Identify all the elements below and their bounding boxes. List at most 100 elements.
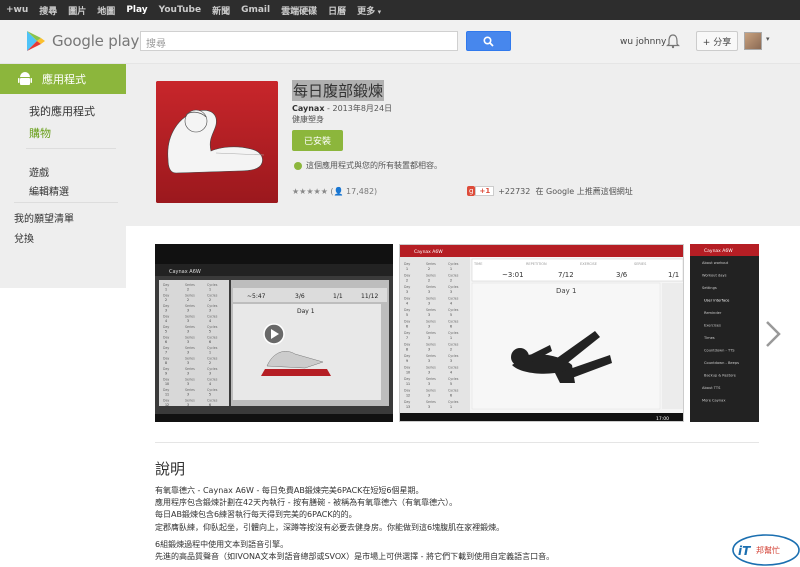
avatar[interactable] xyxy=(744,32,762,50)
screenshot-table-text: About TTS xyxy=(702,386,721,390)
screenshot-table-text: 8 xyxy=(406,348,408,352)
app-category[interactable]: 健康塑身 xyxy=(292,114,324,125)
nav-editors-choice[interactable]: 編輯精選 xyxy=(29,183,69,198)
nav-apps-label: 應用程式 xyxy=(42,73,86,86)
screenshot-table-text: 12 xyxy=(165,403,169,407)
screenshot-table-text: 3 xyxy=(165,309,167,313)
share-button[interactable]: + 分享 xyxy=(696,31,738,51)
topbar-item[interactable]: 圖片 xyxy=(68,4,86,17)
screenshot-table-text: 13 xyxy=(406,405,410,409)
topbar-item[interactable]: +wu xyxy=(6,5,28,15)
header: Google play 搜尋 wu johnny + 分享 ▾ xyxy=(0,20,800,64)
screenshot-table-text: 2 xyxy=(450,348,452,352)
screenshot-table-text: 3 xyxy=(187,393,189,397)
screenshot-table-text: 3 xyxy=(428,371,430,375)
screenshot-table-text: Cycles xyxy=(448,308,459,312)
svg-text:iT: iT xyxy=(738,544,751,558)
screenshot-table-text: Cycles xyxy=(448,297,459,301)
search-icon xyxy=(483,35,494,47)
screenshot-table-text: Day xyxy=(404,262,410,266)
screenshot-video[interactable]: Caynax A6W Day Series Cycles 1 2 1 Day Series Cy… xyxy=(155,244,393,422)
screenshot-table-text: Countdown - Beeps xyxy=(704,361,739,365)
screenshot-table-text: 4 xyxy=(209,319,211,323)
screenshot-table-text: 2 xyxy=(428,267,430,271)
screenshot-table-text: Series xyxy=(426,389,436,393)
google-play-logo[interactable]: Google play xyxy=(26,30,139,52)
screenshot-table-text: Cycles xyxy=(207,357,218,361)
compatibility-text: 這個應用程式與您的所有裝置都相容。 xyxy=(306,161,442,170)
topbar-item[interactable]: 新聞 xyxy=(212,4,230,17)
screenshot-table-text: Day xyxy=(163,346,169,350)
screenshot-table-text: Series xyxy=(185,388,195,392)
s2-exercise: 3/6 xyxy=(616,271,628,279)
search-input[interactable]: 搜尋 xyxy=(140,31,458,51)
screenshot-table-text: Day xyxy=(404,366,410,370)
nav-shop[interactable]: 購物 xyxy=(29,125,51,141)
s1-time: ~5:47 xyxy=(247,293,266,300)
screenshot-table-text: 1 xyxy=(450,405,452,409)
nav-redeem[interactable]: 兌換 xyxy=(14,230,34,245)
nav-games[interactable]: 遊戲 xyxy=(29,164,49,179)
topbar-item[interactable]: 雲端硬碟 xyxy=(281,4,317,17)
screenshot-table-text: 1 xyxy=(406,267,408,271)
chevron-right-icon[interactable] xyxy=(764,320,782,348)
screenshot-table-text: 3 xyxy=(187,351,189,355)
bell-icon[interactable] xyxy=(666,33,680,49)
android-icon xyxy=(18,72,32,85)
screenshot-3[interactable]: Caynax A6W About workout Workout days Sett… xyxy=(690,244,759,422)
topbar-item[interactable]: 更多 xyxy=(357,4,381,17)
s1-rep: 3/6 xyxy=(295,293,305,300)
screenshot-table-text: Series xyxy=(185,294,195,298)
screenshot-table-text: Day xyxy=(404,377,410,381)
screenshot-table-text: 2 xyxy=(187,298,189,302)
screenshot-table-text: Day xyxy=(404,389,410,393)
screenshot-table-text: Workout days xyxy=(702,274,727,278)
user-name[interactable]: wu johnny xyxy=(620,37,666,47)
developer-link[interactable]: Caynax xyxy=(292,104,325,113)
google-plus-icon[interactable]: g xyxy=(467,186,476,196)
screenshot-table-text: Series xyxy=(185,325,195,329)
nav-my-apps[interactable]: 我的應用程式 xyxy=(29,103,95,119)
screenshot-table-text: 6 xyxy=(165,340,167,344)
screenshot-table-text: 5 xyxy=(450,313,452,317)
nav-wishlist[interactable]: 我的願望清單 xyxy=(14,210,74,225)
screenshot-table-text: 3 xyxy=(428,313,430,317)
s1-series: 11/12 xyxy=(361,293,378,300)
screenshot-table-text: 4 xyxy=(450,371,452,375)
screenshot-table-text: Series xyxy=(185,399,195,403)
description-text: 有氧靠德六 - Caynax A6W - 每日免費AB鍛煉完美6PACK在短短6… xyxy=(155,485,760,563)
screenshot-table-text: Exercises xyxy=(704,324,721,328)
screenshot-table-text: Day xyxy=(163,367,169,371)
screenshot-table-text: 10 xyxy=(406,371,410,375)
divider xyxy=(155,442,759,443)
screenshot-table-text: Series xyxy=(185,315,195,319)
plus-one-button[interactable]: +1 xyxy=(475,186,495,196)
topbar-item[interactable]: YouTube xyxy=(159,5,201,15)
screenshot-table-text: 3 xyxy=(428,382,430,386)
screenshot-table-text: 3 xyxy=(428,302,430,306)
screenshot-table-text: 7 xyxy=(406,336,408,340)
screenshot-table-text: 12 xyxy=(406,394,410,398)
chevron-down-icon[interactable]: ▾ xyxy=(766,35,770,43)
topbar-item[interactable]: Gmail xyxy=(241,5,270,15)
topbar-item[interactable]: 日曆 xyxy=(328,4,346,17)
screenshot-table-text: Series xyxy=(426,343,436,347)
topbar-item[interactable]: Play xyxy=(126,5,147,15)
screenshot-table-text: Day xyxy=(163,304,169,308)
screenshot-table-text: 9 xyxy=(406,359,408,363)
screenshot-table-text: 3 xyxy=(187,309,189,313)
topbar-item[interactable]: 搜尋 xyxy=(39,4,57,17)
screenshot-table-text: 3 xyxy=(209,372,211,376)
screenshot-table-text: Cycles xyxy=(448,320,459,324)
screenshot-2[interactable]: Caynax A6W Day Series Cycles 1 2 1 Day Series Cy… xyxy=(399,244,684,422)
search-button[interactable] xyxy=(466,31,511,51)
divider xyxy=(26,148,116,149)
installed-button[interactable]: 已安裝 xyxy=(292,130,343,151)
google-plus-widget: g +1 +22732 在 Google 上推薦這個網址 xyxy=(467,185,633,197)
screenshot-table-text: 3 xyxy=(428,405,430,409)
topbar-item[interactable]: 地圖 xyxy=(97,4,115,17)
s3-app-name: Caynax A6W xyxy=(704,248,733,254)
screenshot-table-text: 6 xyxy=(209,340,211,344)
screenshot-table-text: 10 xyxy=(165,382,169,386)
nav-apps[interactable]: 應用程式 xyxy=(0,64,126,94)
